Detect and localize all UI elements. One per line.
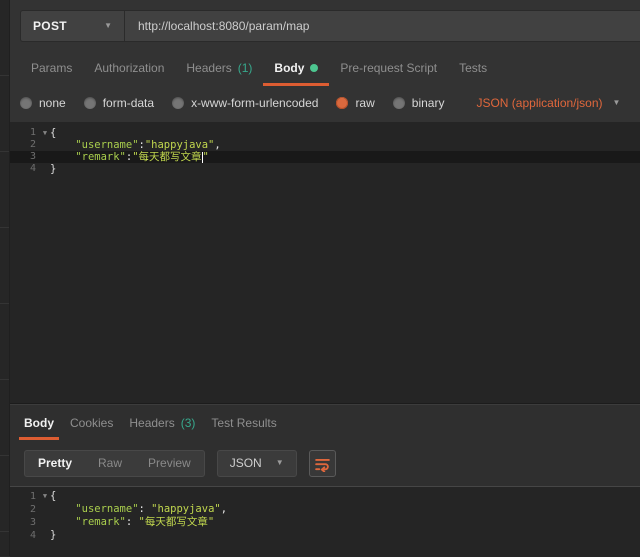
code-line-1[interactable]: 1 ▼{ xyxy=(10,127,640,139)
response-panel: Body Cookies Headers (3) Test Results Pr… xyxy=(10,403,640,557)
code-line-2[interactable]: 2 "username":"happyjava", xyxy=(10,139,640,151)
tab-headers[interactable]: Headers (1) xyxy=(175,48,263,88)
fold-caret-icon[interactable]: ▼ xyxy=(40,127,50,139)
body-present-dot-icon xyxy=(310,64,319,72)
radio-icon xyxy=(172,97,185,109)
wrap-lines-button[interactable] xyxy=(308,449,336,477)
tab-params-label: Params xyxy=(31,61,73,75)
response-tab-cookies-label: Cookies xyxy=(70,416,114,430)
radio-icon xyxy=(392,97,405,109)
response-tab-body-label: Body xyxy=(24,416,54,430)
content-type-label: JSON (application/json) xyxy=(476,96,603,110)
tab-authorization[interactable]: Authorization xyxy=(83,48,175,88)
radio-icon xyxy=(83,97,96,109)
method-label: POST xyxy=(33,19,67,33)
tab-pre-request-script[interactable]: Pre-request Script xyxy=(329,48,448,88)
view-mode-pretty-button[interactable]: Pretty xyxy=(25,456,85,470)
response-tabs: Body Cookies Headers (3) Test Results xyxy=(10,404,640,441)
code-line-4[interactable]: 4} xyxy=(10,529,640,542)
code-text: "username":"happyjava", xyxy=(75,139,221,151)
response-tab-test-results-label: Test Results xyxy=(211,416,277,430)
mode-binary-label: binary xyxy=(411,96,445,110)
tab-authorization-label: Authorization xyxy=(94,61,165,75)
response-headers-count-badge: (3) xyxy=(180,416,196,430)
radio-icon xyxy=(20,97,32,109)
tab-tests-label: Tests xyxy=(459,61,488,75)
request-builder-panel: POST ▼ http://localhost:8080/param/map P… xyxy=(10,0,640,557)
code-text: { xyxy=(50,490,57,502)
request-body-editor[interactable]: 1 ▼{2 "username":"happyjava", 3 "remark":"… xyxy=(10,122,640,403)
chevron-down-icon: ▼ xyxy=(104,21,112,30)
code-text: } xyxy=(50,163,57,175)
code-line-4[interactable]: 4} xyxy=(10,163,640,175)
url-input[interactable]: http://localhost:8080/param/map xyxy=(125,19,309,33)
code-line-1[interactable]: 1 ▼{ xyxy=(10,490,640,503)
code-line-2[interactable]: 2 "username": "happyjava", xyxy=(10,503,640,516)
line-number: 3 xyxy=(29,151,36,162)
mode-form-data-label: form-data xyxy=(102,96,155,110)
response-tab-cookies[interactable]: Cookies xyxy=(65,405,118,441)
mode-urlencoded-label: x-www-form-urlencoded xyxy=(191,96,319,110)
view-mode-raw-button[interactable]: Raw xyxy=(85,456,135,470)
code-text: "remark": "每天都写文章" xyxy=(75,516,215,528)
code-line-3[interactable]: 3 "remark": "每天都写文章" xyxy=(10,516,640,529)
code-text: { xyxy=(50,127,57,139)
content-type-dropdown[interactable]: JSON (application/json) ▼ xyxy=(476,96,620,110)
tab-body-label: Body xyxy=(274,61,305,75)
line-number: 4 xyxy=(29,530,36,541)
url-row: POST ▼ http://localhost:8080/param/map xyxy=(10,0,640,42)
response-toolbar: Pretty Raw Preview JSON ▼ xyxy=(10,441,640,485)
code-text: } xyxy=(50,529,57,541)
response-tab-body[interactable]: Body xyxy=(19,405,59,441)
tab-headers-label: Headers xyxy=(186,61,232,75)
mode-none[interactable]: none xyxy=(20,96,66,110)
view-mode-preview-button[interactable]: Preview xyxy=(135,456,204,470)
mode-form-data[interactable]: form-data xyxy=(83,96,155,110)
line-number: 4 xyxy=(29,163,36,174)
line-number: 1 xyxy=(29,491,36,502)
chevron-down-icon: ▼ xyxy=(275,458,284,467)
line-number: 3 xyxy=(29,517,36,528)
response-tab-test-results[interactable]: Test Results xyxy=(206,405,281,441)
radio-selected-icon xyxy=(336,97,349,109)
tab-params[interactable]: Params xyxy=(20,48,83,88)
mode-none-label: none xyxy=(39,96,66,110)
word-wrap-icon xyxy=(314,458,330,472)
mode-raw-label: raw xyxy=(355,96,375,110)
mode-binary[interactable]: binary xyxy=(392,96,445,110)
fold-caret-icon[interactable]: ▼ xyxy=(40,490,50,503)
tab-pre-request-script-label: Pre-request Script xyxy=(340,61,438,75)
response-format-dropdown[interactable]: JSON ▼ xyxy=(216,449,297,477)
line-number: 2 xyxy=(29,139,36,150)
mode-x-www-form-urlencoded[interactable]: x-www-form-urlencoded xyxy=(172,96,318,110)
headers-count-badge: (1) xyxy=(237,61,253,75)
response-format-label: JSON xyxy=(229,456,262,470)
tab-tests[interactable]: Tests xyxy=(448,48,498,88)
url-bar: POST ▼ http://localhost:8080/param/map xyxy=(20,10,640,42)
code-text: "remark":"每天都写文章" xyxy=(75,151,209,163)
line-number: 1 xyxy=(29,127,36,138)
response-tab-headers-label: Headers xyxy=(129,416,175,430)
chevron-down-icon: ▼ xyxy=(612,98,621,107)
view-mode-group: Pretty Raw Preview xyxy=(24,449,205,477)
request-tabs: Params Authorization Headers (1) Body Pr… xyxy=(10,48,640,88)
code-text: "username": "happyjava", xyxy=(75,503,228,515)
request-header: POST ▼ http://localhost:8080/param/map P… xyxy=(10,0,640,122)
sidebar-edge xyxy=(0,0,10,556)
body-mode-row: none form-data x-www-form-urlencoded raw… xyxy=(10,88,640,118)
code-line-3[interactable]: 3 "remark":"每天都写文章" xyxy=(10,151,640,163)
response-body-viewer[interactable]: 1 ▼{2 "username": "happyjava", 3 "remark":… xyxy=(10,486,640,557)
line-number: 2 xyxy=(29,504,36,515)
response-tab-headers[interactable]: Headers (3) xyxy=(124,405,200,441)
mode-raw[interactable]: raw xyxy=(336,96,375,110)
method-dropdown[interactable]: POST ▼ xyxy=(21,11,124,41)
tab-body[interactable]: Body xyxy=(263,48,330,88)
